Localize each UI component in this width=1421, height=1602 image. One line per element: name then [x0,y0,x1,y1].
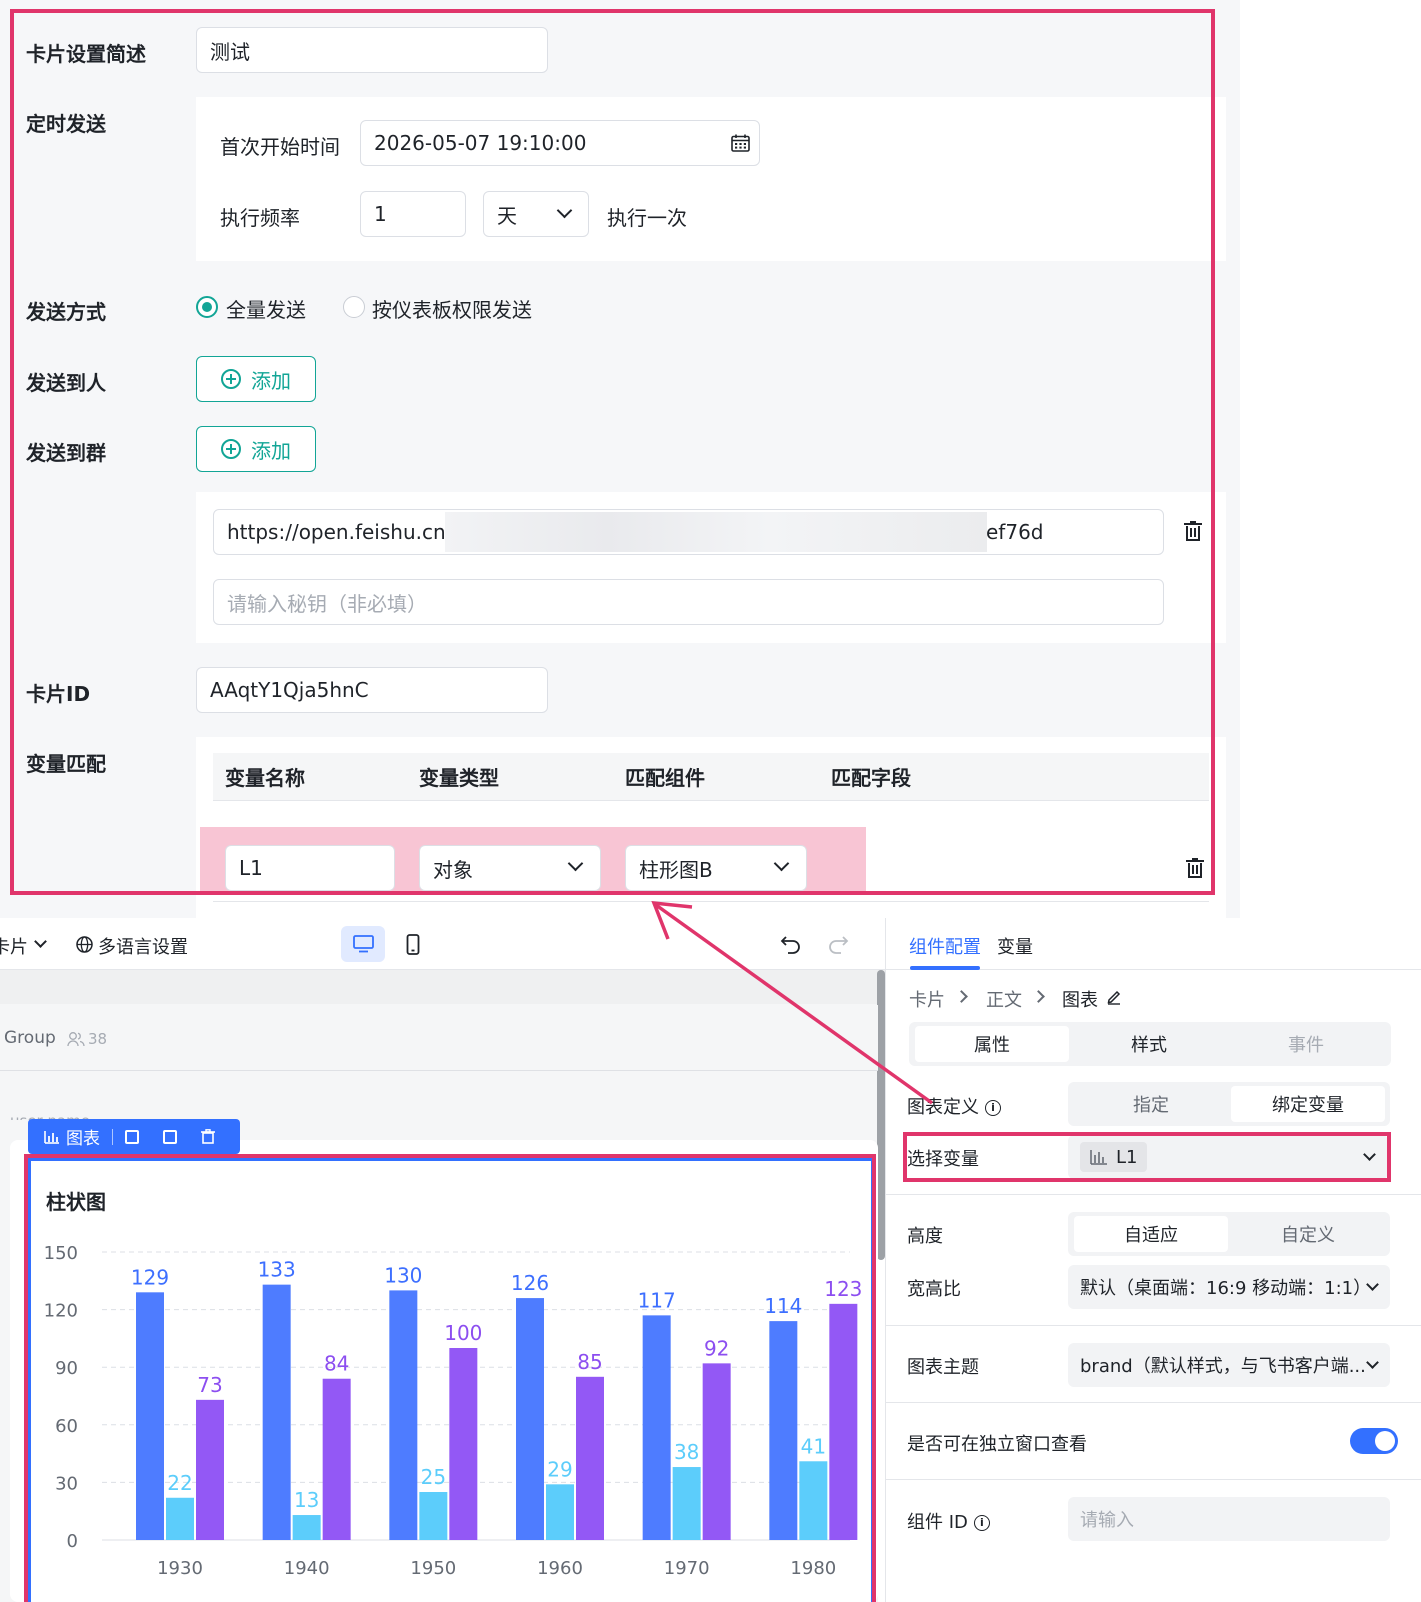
group-name: Group [4,1028,56,1048]
annotation-arrow [651,900,934,1105]
segment-style[interactable]: 样式 [1072,1026,1226,1062]
copy-icon[interactable] [125,1129,139,1144]
property-segments: 属性 样式 事件 [909,1022,1391,1066]
option-custom-height[interactable]: 自定义 [1231,1216,1385,1252]
toggle-knob [1375,1431,1395,1451]
duplicate-icon[interactable] [163,1129,177,1144]
info-icon: i [985,1100,1001,1116]
globe-icon [76,936,93,953]
standalone-toggle[interactable] [1350,1428,1398,1454]
chart-def-toggle: 指定 绑定变量 [1068,1082,1390,1126]
ratio-select[interactable]: 默认（桌面端：16:9 移动端：1:1） [1068,1265,1390,1309]
divider [885,1194,1421,1195]
chart-toolbar: 图表 [28,1119,240,1154]
component-id-label: 组件 ID i [907,1508,990,1534]
member-count: 38 [88,1030,108,1048]
divider [885,1402,1421,1403]
divider [885,1479,1421,1480]
select-var-highlight [903,1132,1391,1182]
form-highlight-frame [10,9,1215,895]
info-icon: i [973,1515,990,1531]
edit-icon[interactable] [1106,989,1122,1005]
standalone-label: 是否可在独立窗口查看 [907,1434,1087,1455]
divider [885,1325,1421,1326]
chart-toolbar-label: 图表 [66,1129,100,1149]
mobile-icon[interactable] [406,934,420,955]
breadcrumb-chart: 图表 [1062,990,1098,1011]
option-bind-variable[interactable]: 绑定变量 [1231,1086,1385,1122]
lang-settings-button[interactable]: 多语言设置 [98,933,188,959]
desktop-icon [353,935,374,953]
component-id-input[interactable]: 请输入 [1068,1497,1390,1541]
chart-highlight-frame [24,1154,876,1602]
segment-events[interactable]: 事件 [1229,1026,1383,1062]
bar-chart-icon [44,1130,59,1144]
ratio-label: 宽高比 [907,1279,961,1300]
theme-select[interactable]: brand（默认样式，与飞书客户端... [1068,1343,1390,1387]
members-icon [67,1032,85,1047]
delete-icon[interactable] [201,1129,215,1144]
option-auto-height[interactable]: 自适应 [1074,1216,1228,1252]
tab-variables[interactable]: 变量 [997,933,1033,959]
height-toggle: 自适应 自定义 [1068,1212,1390,1256]
height-label: 高度 [907,1226,943,1247]
breadcrumb-body[interactable]: 正文 [986,986,1022,1012]
card-menu[interactable]: 卡片 [0,933,28,959]
option-specify[interactable]: 指定 [1074,1086,1228,1122]
theme-label: 图表主题 [907,1357,979,1378]
